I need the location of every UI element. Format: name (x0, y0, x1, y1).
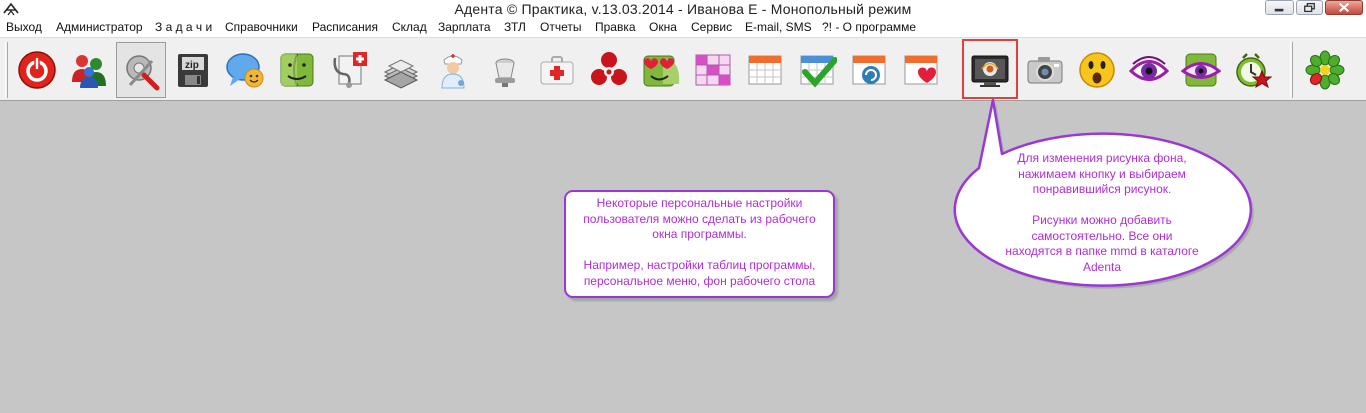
menu-item-email-sms[interactable]: E-mail, SMS (745, 20, 812, 35)
calendar-heart-icon (904, 55, 938, 85)
pink-grid-icon (695, 54, 731, 86)
menu-item-exit[interactable]: Выход (6, 20, 42, 35)
close-icon (1338, 2, 1350, 13)
svg-text:zip: zip (185, 60, 199, 71)
toolbar-button-users[interactable] (64, 42, 114, 98)
power-icon (18, 51, 56, 89)
finder-face-icon (280, 53, 314, 87)
toolbar-button-surprised-face[interactable] (1072, 42, 1122, 98)
toolbar-grip[interactable] (5, 42, 8, 98)
menu-item-edit[interactable]: Правка (595, 20, 636, 35)
toolbar-button-settings[interactable] (116, 42, 166, 98)
toolbar-button-dental-chair[interactable] (480, 42, 530, 98)
menu-item-administrator[interactable]: Администратор (56, 20, 143, 35)
toolbar-button-love-face[interactable] (636, 42, 686, 98)
toolbar-button-background-picture[interactable] (962, 39, 1018, 99)
nurse-icon (441, 54, 465, 89)
toolbar-button-star-alarm[interactable] (1228, 42, 1278, 98)
toolbar-button-chat[interactable] (220, 42, 270, 98)
toolbar-button-finder[interactable] (272, 42, 322, 98)
first-aid-kit-icon (540, 56, 574, 85)
users-icon (72, 55, 106, 88)
camera-icon (1027, 57, 1063, 84)
toolbar-button-medical-record[interactable] (324, 42, 374, 98)
background-note-text: Для изменения рисунка фона, нажимаем кно… (1005, 151, 1199, 274)
settings-note-text: Некоторые персональные настройки пользов… (583, 196, 816, 288)
monitor-background-icon (971, 55, 1009, 87)
menu-item-warehouse[interactable]: Склад (392, 20, 427, 35)
calendar-icon (748, 55, 782, 85)
toolbar-button-nurse[interactable] (428, 42, 478, 98)
toolbar-button-pink-grid[interactable] (688, 42, 738, 98)
documents-stack-icon (383, 59, 419, 89)
window-title: Адента © Практика, v.13.03.2014 - Иванов… (454, 1, 912, 17)
eye-icon (1129, 56, 1169, 81)
toolbar-button-calendar-refresh[interactable] (844, 42, 894, 98)
toolbar-button-eye[interactable] (1124, 42, 1174, 98)
settings-note-callout: Некоторые персональные настройки пользов… (564, 190, 835, 298)
close-button[interactable] (1325, 0, 1363, 15)
calendar-check-icon (800, 55, 837, 88)
title-bar: Адента © Практика, v.13.03.2014 - Иванов… (0, 0, 1366, 18)
surprised-face-icon (1079, 52, 1115, 88)
menu-item-salary[interactable]: Зарплата (438, 20, 491, 35)
toolbar-button-exit[interactable] (12, 42, 62, 98)
menu-item-reports[interactable]: Отчеты (540, 20, 581, 35)
love-face-icon (643, 55, 680, 87)
toolbar-button-calendar[interactable] (740, 42, 790, 98)
restore-button[interactable] (1296, 0, 1323, 15)
minimize-button[interactable] (1265, 0, 1294, 15)
menu-item-service[interactable]: Сервис (691, 20, 732, 35)
minimize-icon (1274, 8, 1284, 12)
toolbar-button-eye-finder[interactable] (1176, 42, 1226, 98)
restore-icon (1304, 2, 1315, 13)
toolbar-button-archive[interactable]: zip (168, 42, 218, 98)
calendar-refresh-icon (852, 55, 886, 85)
menu-item-about[interactable]: ?! - О программе (822, 20, 916, 35)
star-alarm-icon (1236, 53, 1273, 89)
stethoscope-icon (333, 52, 367, 88)
menu-item-reference[interactable]: Справочники (225, 20, 298, 35)
eye-finder-icon (1181, 53, 1221, 87)
chat-icon (226, 53, 264, 88)
toolbar-button-documents[interactable] (376, 42, 426, 98)
menu-item-ztl[interactable]: ЗТЛ (504, 20, 526, 35)
toolbar-button-icq[interactable] (1300, 42, 1350, 98)
toolbar-button-calendar-check[interactable] (792, 42, 842, 98)
toolbar-button-first-aid[interactable] (532, 42, 582, 98)
toolbar-button-camera[interactable] (1020, 42, 1070, 98)
menu-item-windows[interactable]: Окна (649, 20, 677, 35)
toolbar: zip (0, 37, 1366, 101)
toolbar-grip[interactable] (1290, 42, 1293, 98)
toolbar-button-biohazard[interactable] (584, 42, 634, 98)
dental-chair-icon (495, 58, 515, 87)
menu-item-schedules[interactable]: Расписания (312, 20, 378, 35)
biohazard-icon (591, 52, 627, 85)
toolbar-button-calendar-heart[interactable] (896, 42, 946, 98)
menu-bar: Выход Администратор З а д а ч и Справочн… (0, 18, 1366, 37)
zip-archive-icon: zip (178, 54, 208, 87)
icq-flower-icon (1305, 50, 1345, 90)
tools-icon (126, 55, 160, 91)
menu-item-tasks[interactable]: З а д а ч и (155, 20, 212, 35)
